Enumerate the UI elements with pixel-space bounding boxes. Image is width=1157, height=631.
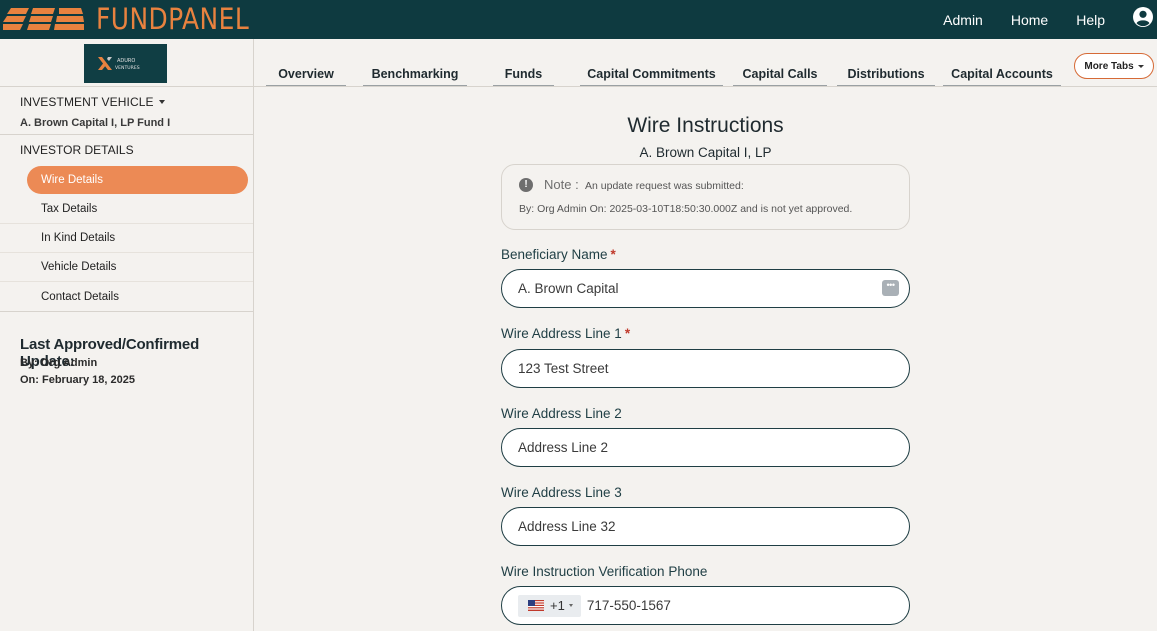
tab-distributions[interactable]: Distributions — [837, 62, 935, 86]
caret-down-icon — [158, 100, 165, 104]
required-asterisk: * — [624, 326, 631, 341]
fundpanel-logo-text: FUNDPANEL — [96, 2, 250, 36]
page-subtitle: A. Brown Capital I, LP — [639, 145, 772, 160]
tab-benchmarking[interactable]: Benchmarking — [363, 62, 467, 86]
sidebar-menu: Wire Details Tax Details In Kind Details… — [0, 166, 253, 311]
tab-bar: Overview Benchmarking Funds Capital Comm… — [254, 39, 1157, 87]
tab-capital-accounts[interactable]: Capital Accounts — [943, 62, 1061, 86]
nav-home-link[interactable]: Home — [1011, 12, 1048, 28]
beneficiary-name-value: A. Brown Capital — [518, 281, 619, 296]
country-code-selector[interactable]: +1 — [518, 594, 581, 617]
caret-down-icon — [568, 604, 573, 607]
nav-admin-link[interactable]: Admin — [943, 12, 983, 28]
sidebar-item-contact-details[interactable]: Contact Details — [0, 282, 253, 311]
address-line3-value: Address Line 32 — [518, 519, 616, 534]
last-update-on: On: February 18, 2025 — [20, 374, 135, 386]
sidebar-divider — [0, 134, 253, 135]
top-navigation-bar: FUNDPANEL Admin Home Help — [0, 0, 1157, 39]
more-tabs-button[interactable]: More Tabs — [1074, 53, 1154, 79]
required-asterisk: * — [610, 247, 616, 262]
nav-help-link[interactable]: Help — [1076, 12, 1105, 28]
address-line3-input[interactable]: Address Line 32 — [501, 507, 910, 546]
sidebar: ADURO VENTURES INVESTMENT VEHICLE A. Bro… — [0, 39, 254, 631]
more-tabs-label: More Tabs — [1084, 60, 1134, 72]
us-flag-icon — [528, 600, 544, 611]
top-nav-links: Admin Home Help — [943, 0, 1157, 39]
investor-details-heading: INVESTOR DETAILS — [20, 143, 134, 157]
last-update-by: By: Org Admin — [20, 357, 98, 369]
verification-phone-label: Wire Instruction Verification Phone — [501, 564, 708, 579]
more-options-icon[interactable]: ••• — [882, 280, 899, 296]
verification-phone-input[interactable]: +1 717-550-1567 — [501, 586, 910, 625]
note-detail: By: Org Admin On: 2025-03-10T18:50:30.00… — [519, 203, 853, 215]
pending-update-note: ! Note : An update request was submitted… — [501, 164, 910, 230]
investment-vehicle-dropdown[interactable]: INVESTMENT VEHICLE — [20, 95, 165, 109]
country-code-value: +1 — [550, 598, 565, 613]
beneficiary-name-label: Beneficiary Name * — [501, 247, 616, 262]
fundpanel-logo-icon — [3, 8, 84, 30]
sidebar-item-wire-details[interactable]: Wire Details — [27, 166, 248, 194]
tab-overview[interactable]: Overview — [266, 62, 346, 86]
investment-vehicle-value: A. Brown Capital I, LP Fund I — [20, 117, 171, 129]
user-account-icon[interactable] — [1133, 7, 1153, 32]
investment-vehicle-label: INVESTMENT VEHICLE — [20, 95, 154, 109]
aduro-ventures-logo: ADURO VENTURES — [84, 44, 167, 83]
tab-capital-commitments[interactable]: Capital Commitments — [580, 62, 723, 86]
address-line2-value: Address Line 2 — [518, 440, 609, 455]
page-title: Wire Instructions — [627, 114, 784, 137]
sidebar-divider — [0, 311, 253, 312]
fundpanel-logo[interactable]: FUNDPANEL — [3, 4, 274, 34]
brand-line2: VENTURES — [115, 65, 140, 71]
sidebar-item-vehicle-details[interactable]: Vehicle Details — [0, 253, 253, 282]
tab-capital-calls[interactable]: Capital Calls — [733, 62, 827, 86]
note-message: An update request was submitted: — [585, 180, 744, 192]
address-line2-input[interactable]: Address Line 2 — [501, 428, 910, 467]
sidebar-item-in-kind-details[interactable]: In Kind Details — [0, 224, 253, 253]
sidebar-divider — [0, 86, 253, 87]
tab-funds[interactable]: Funds — [493, 62, 554, 86]
address-line1-value: 123 Test Street — [518, 361, 609, 376]
sidebar-item-tax-details[interactable]: Tax Details — [0, 195, 253, 224]
address-line1-input[interactable]: 123 Test Street — [501, 349, 910, 388]
address-line2-label: Wire Address Line 2 — [501, 406, 622, 421]
brand-line1: ADURO — [117, 58, 135, 64]
verification-phone-value: 717-550-1567 — [586, 598, 671, 613]
beneficiary-name-input[interactable]: A. Brown Capital ••• — [501, 269, 910, 308]
address-line1-label: Wire Address Line 1 * — [501, 326, 631, 341]
caret-down-icon — [1137, 64, 1144, 68]
note-label: Note : — [544, 177, 579, 192]
exclamation-icon: ! — [519, 178, 533, 192]
address-line3-label: Wire Address Line 3 — [501, 485, 622, 500]
